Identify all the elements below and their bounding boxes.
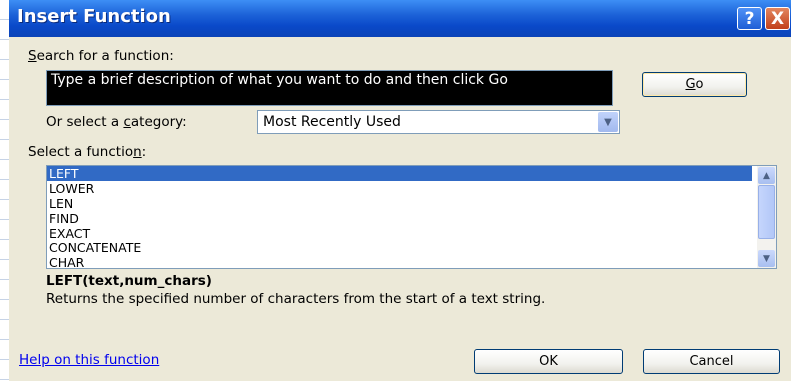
category-value: Most Recently Used <box>263 114 401 130</box>
go-button[interactable]: Go <box>642 72 747 97</box>
function-description: Returns the specified number of characte… <box>46 291 546 307</box>
help-on-function-link[interactable]: Help on this function <box>19 352 159 368</box>
search-label: Search for a function: <box>28 48 174 64</box>
list-item[interactable]: LEN <box>47 196 776 211</box>
title-bar[interactable]: Insert Function ? X <box>9 0 791 37</box>
scroll-thumb[interactable] <box>758 185 775 239</box>
list-item[interactable]: FIND <box>47 211 776 226</box>
help-icon: ? <box>744 8 755 29</box>
function-list-label: Select a function: <box>28 144 147 160</box>
category-label: Or select a category: <box>46 114 187 130</box>
list-item[interactable]: LEFT <box>47 166 752 181</box>
function-syntax: LEFT(text,num_chars) <box>46 273 212 289</box>
cancel-button[interactable]: Cancel <box>643 349 780 374</box>
function-list[interactable]: LEFT LOWER LEN FIND EXACT CONCATENATE CH… <box>46 165 777 269</box>
category-select[interactable]: Most Recently Used ▼ <box>257 110 620 134</box>
ok-button[interactable]: OK <box>474 349 623 374</box>
close-icon: X <box>770 8 785 29</box>
scroll-up-icon[interactable]: ▲ <box>758 167 775 184</box>
list-scrollbar[interactable]: ▲ ▼ <box>757 166 776 268</box>
search-input[interactable]: Type a brief description of what you wan… <box>46 70 613 106</box>
chevron-down-icon[interactable]: ▼ <box>598 112 618 132</box>
close-button[interactable]: X <box>765 7 790 30</box>
dialog-title: Insert Function <box>17 6 171 27</box>
list-item[interactable]: LOWER <box>47 181 776 196</box>
list-item[interactable]: CHAR <box>47 255 776 268</box>
list-item[interactable]: CONCATENATE <box>47 240 776 256</box>
scroll-down-icon[interactable]: ▼ <box>758 250 775 267</box>
insert-function-dialog: Insert Function ? X Search for a functio… <box>9 0 791 381</box>
list-item[interactable]: EXACT <box>47 226 776 241</box>
help-button[interactable]: ? <box>737 7 762 30</box>
